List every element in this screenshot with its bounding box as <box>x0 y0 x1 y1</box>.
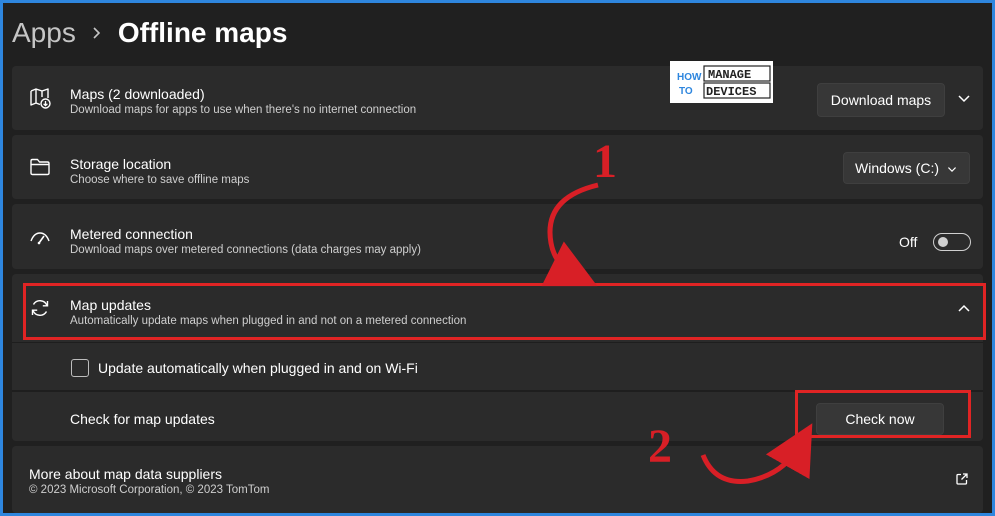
open-external-icon[interactable] <box>955 472 969 486</box>
maps-subtitle: Download maps for apps to use when there… <box>70 104 417 116</box>
storage-selected-value: Windows (C:) <box>855 160 940 176</box>
map-download-icon <box>30 88 51 109</box>
metered-subtitle: Download maps over metered connections (… <box>70 244 421 256</box>
suppliers-copyright: © 2023 Microsoft Corporation, © 2023 Tom… <box>29 484 270 496</box>
auto-update-checkbox[interactable] <box>71 359 89 377</box>
toggle-knob <box>938 237 948 247</box>
chevron-right-icon <box>93 27 100 39</box>
page-title: Offline maps <box>117 17 288 48</box>
speedometer-icon <box>30 232 50 245</box>
metered-toggle[interactable] <box>933 233 971 251</box>
storage-title: Storage location <box>70 156 172 172</box>
divider <box>12 390 983 392</box>
step-2-marker: 2 <box>648 420 672 473</box>
maps-title: Maps (2 downloaded) <box>70 86 205 102</box>
folder-icon <box>30 158 50 176</box>
divider <box>12 342 983 343</box>
dropdown-chevron-icon <box>948 167 956 172</box>
metered-toggle-state: Off <box>899 234 918 250</box>
howto-manage-devices-logo: HOW TO MANAGE DEVICES <box>670 61 773 103</box>
step-1-marker: 1 <box>593 135 617 188</box>
check-updates-label: Check for map updates <box>70 411 215 427</box>
svg-text:TO: TO <box>679 86 693 97</box>
suppliers-title: More about map data suppliers <box>29 466 222 482</box>
settings-window: Apps Offline maps Maps (2 downloaded) Do… <box>3 3 992 513</box>
storage-card: Storage location Choose where to save of… <box>12 135 983 199</box>
auto-update-label: Update automatically when plugged in and… <box>98 360 418 376</box>
metered-title: Metered connection <box>70 226 193 242</box>
map-updates-header[interactable]: Map updates Automatically update maps wh… <box>12 274 983 342</box>
map-updates-subtitle: Automatically update maps when plugged i… <box>70 315 467 327</box>
chevron-up-icon[interactable] <box>957 302 971 316</box>
map-updates-title: Map updates <box>70 297 151 313</box>
download-maps-button[interactable]: Download maps <box>817 83 945 117</box>
svg-text:DEVICES: DEVICES <box>706 85 756 99</box>
metered-card: Metered connection Download maps over me… <box>12 204 983 269</box>
breadcrumb-apps-link[interactable]: Apps <box>12 17 76 49</box>
map-updates-card: Map updates Automatically update maps wh… <box>12 274 983 441</box>
svg-text:HOW: HOW <box>677 72 702 83</box>
breadcrumb: Apps Offline maps <box>12 15 287 51</box>
maps-card[interactable]: Maps (2 downloaded) Download maps for ap… <box>12 61 983 130</box>
storage-subtitle: Choose where to save offline maps <box>70 174 250 186</box>
check-now-button[interactable]: Check now <box>816 403 944 435</box>
sync-icon <box>31 300 49 316</box>
svg-text:MANAGE: MANAGE <box>708 68 751 82</box>
suppliers-card[interactable]: More about map data suppliers © 2023 Mic… <box>12 446 983 513</box>
chevron-down-icon[interactable] <box>957 91 971 105</box>
